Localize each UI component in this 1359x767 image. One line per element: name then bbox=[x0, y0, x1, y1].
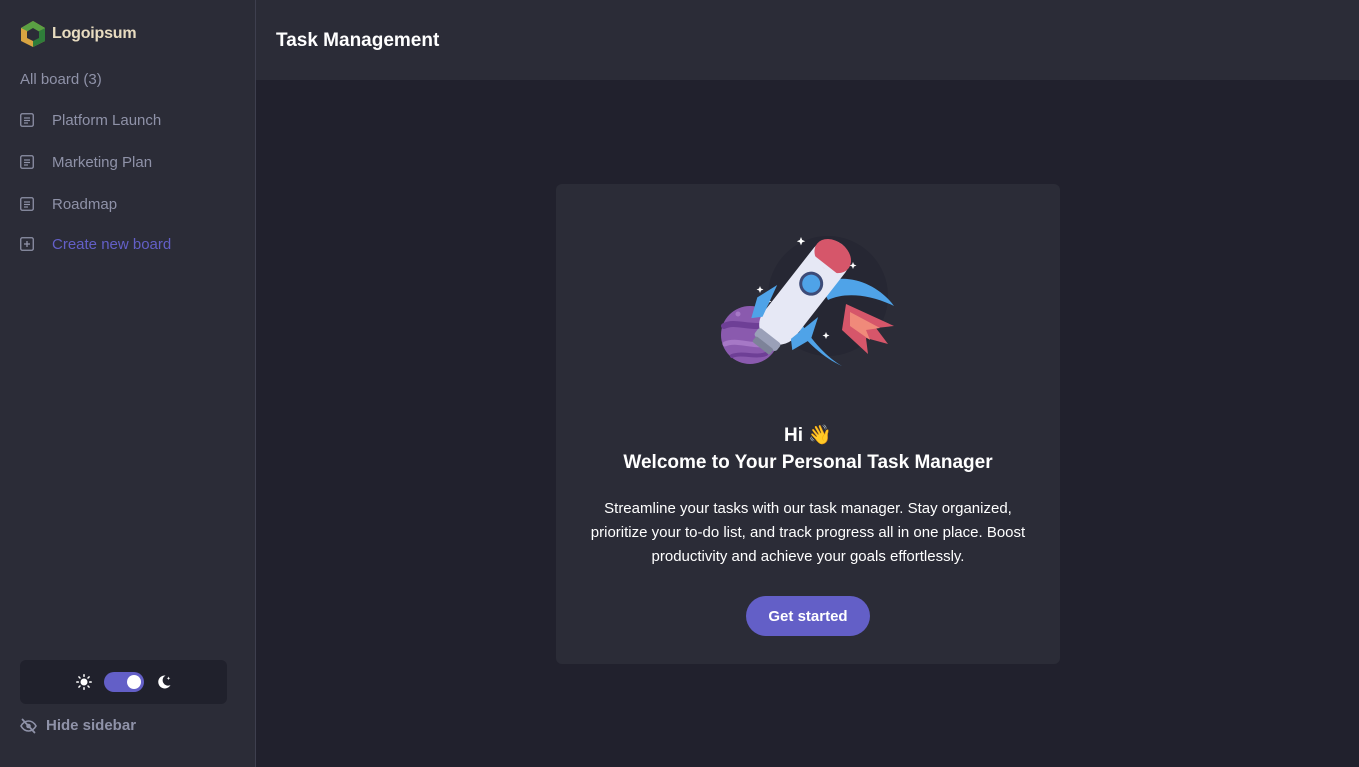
hide-sidebar-button[interactable]: Hide sidebar bbox=[20, 717, 136, 734]
page-title: Task Management bbox=[276, 30, 440, 51]
theme-switch-knob bbox=[126, 675, 141, 689]
create-board-label: Create new board bbox=[52, 235, 172, 253]
brand-name: Logoipsum bbox=[52, 25, 137, 42]
sun-icon bbox=[75, 674, 92, 690]
eye-slash-icon bbox=[20, 718, 37, 733]
add-board-icon bbox=[20, 237, 34, 251]
theme-switch[interactable] bbox=[103, 672, 144, 692]
get-started-button[interactable]: Get started bbox=[746, 596, 870, 636]
create-board-button[interactable]: Create new board bbox=[20, 232, 240, 256]
board-icon bbox=[20, 197, 34, 211]
board-nav: Platform Launch Marketing Plan Roadmap C… bbox=[20, 108, 240, 274]
theme-toggle bbox=[20, 660, 227, 704]
hide-sidebar-label: Hide sidebar bbox=[46, 717, 137, 734]
sidebar-item-label: Marketing Plan bbox=[52, 153, 153, 171]
welcome-card: Hi 👋 Welcome to Your Personal Task Manag… bbox=[556, 184, 1060, 664]
sidebar: Logoipsum All board (3) Platform Launch … bbox=[0, 0, 256, 767]
top-bar: Task Management bbox=[256, 0, 1359, 80]
board-icon bbox=[20, 155, 34, 169]
board-icon bbox=[20, 113, 34, 127]
welcome-description: Streamline your tasks with our task mana… bbox=[590, 500, 1026, 565]
rocket-illustration bbox=[721, 236, 894, 366]
welcome-title: Welcome to Your Personal Task Manager bbox=[623, 452, 993, 473]
moon-icon bbox=[157, 675, 170, 689]
sidebar-item-marketing-plan[interactable]: Marketing Plan bbox=[20, 150, 240, 174]
brand-logo[interactable]: Logoipsum bbox=[20, 20, 137, 48]
sidebar-item-platform-launch[interactable]: Platform Launch bbox=[20, 108, 240, 132]
sidebar-item-label: Roadmap bbox=[52, 195, 118, 213]
sidebar-item-roadmap[interactable]: Roadmap bbox=[20, 192, 240, 216]
greeting-text: Hi 👋 bbox=[784, 425, 832, 446]
sidebar-item-label: Platform Launch bbox=[52, 111, 162, 129]
logo-icon bbox=[21, 21, 45, 47]
board-count-label: All board (3) bbox=[20, 71, 102, 88]
